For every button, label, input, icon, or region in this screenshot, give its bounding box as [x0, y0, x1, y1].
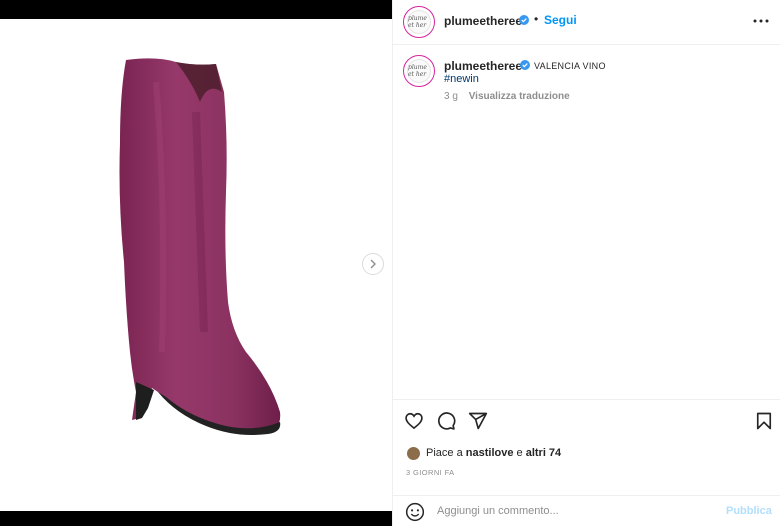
carousel-next-button[interactable]	[362, 253, 384, 275]
caption-time[interactable]: 3 g	[444, 91, 458, 102]
comment-bar: Pubblica	[393, 495, 780, 526]
more-options-button[interactable]	[749, 10, 773, 32]
caption-text: VALENCIA VINO	[534, 61, 606, 71]
liker-username[interactable]: nastilove	[466, 447, 514, 459]
translate-button[interactable]: Visualizza traduzione	[469, 91, 570, 102]
emoji-icon[interactable]	[405, 502, 425, 522]
likes-summary: Piace a nastilove e altri 74	[406, 444, 561, 462]
media-letterbox-top	[0, 0, 392, 19]
header-separator: •	[534, 12, 539, 26]
caption-meta: 3 g Visualizza traduzione	[444, 91, 570, 102]
post-media	[0, 0, 392, 526]
media-letterbox-bottom	[0, 511, 392, 526]
post-header: plume et her plumeetheree • Segui	[393, 0, 780, 45]
hashtag-link[interactable]: #newin	[444, 73, 479, 85]
action-bar	[393, 399, 780, 439]
caption-avatar[interactable]: plume et her	[403, 55, 435, 87]
avatar-logo: plume et her	[407, 59, 431, 83]
publish-button[interactable]: Pubblica	[726, 505, 772, 517]
verified-badge-icon	[519, 15, 529, 25]
avatar-logo: plume et her	[407, 10, 431, 34]
liker-avatar[interactable]	[406, 445, 421, 461]
post-panel: plume et her plumeetheree • Segui plume …	[392, 0, 780, 526]
likes-others-link[interactable]: altri 74	[526, 447, 561, 459]
follow-button[interactable]: Segui	[544, 13, 577, 27]
post-date[interactable]: 3 GIORNI FA	[406, 468, 455, 477]
likes-conj: e	[516, 447, 523, 459]
bookmark-icon[interactable]	[754, 411, 774, 431]
chevron-right-icon	[370, 259, 376, 269]
more-options-icon	[753, 19, 769, 23]
boot-image	[119, 58, 281, 435]
heart-icon[interactable]	[404, 411, 424, 431]
comment-input[interactable]	[437, 501, 717, 521]
author-avatar[interactable]: plume et her	[403, 6, 435, 38]
comment-icon[interactable]	[436, 411, 456, 431]
caption-username[interactable]: plumeetheree	[444, 59, 522, 73]
likes-prefix: Piace a	[426, 447, 463, 459]
verified-badge-icon	[520, 60, 530, 70]
author-username[interactable]: plumeetheree	[444, 14, 522, 28]
paper-plane-icon[interactable]	[468, 411, 488, 431]
